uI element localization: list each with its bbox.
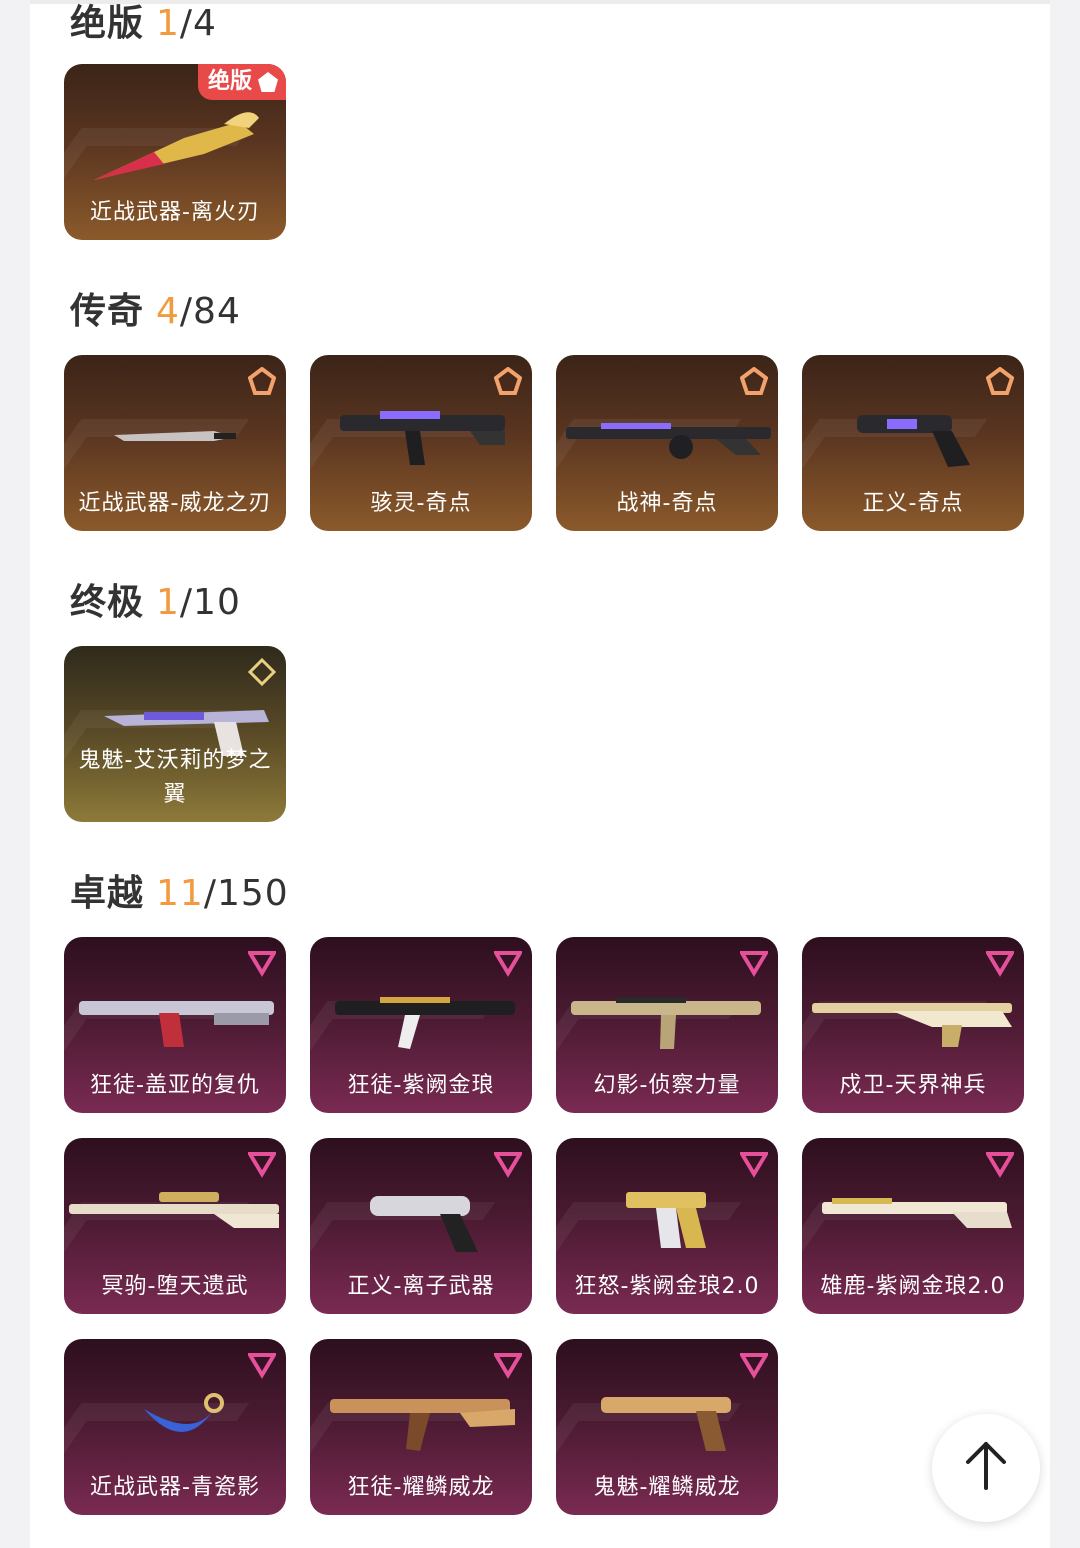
skin-card[interactable]: 狂怒-紫阙金琅2.0: [556, 1138, 778, 1314]
weapon-image: [144, 1393, 224, 1432]
skin-card[interactable]: 近战武器-青瓷影: [64, 1339, 286, 1515]
legend-tier-icon: [494, 367, 522, 395]
skin-card[interactable]: 戍卫-天界神兵: [802, 937, 1024, 1113]
weapon-image: [601, 1397, 731, 1451]
skin-label: 冥驹-堕天遗武: [101, 1274, 249, 1299]
skin-label: 戍卫-天界神兵: [839, 1073, 987, 1098]
skin-card[interactable]: 鬼魅-艾沃莉的梦之翼: [64, 646, 286, 822]
skin-card[interactable]: 雄鹿-紫阙金琅2.0: [802, 1138, 1024, 1314]
weapon-image: [330, 1399, 515, 1451]
weapon-image: [626, 1192, 706, 1248]
scroll-to-top-button[interactable]: [932, 1414, 1040, 1522]
knife-weapon-image: [114, 431, 236, 441]
premium-tier-icon: [986, 1152, 1014, 1178]
skin-label: 战神-奇点: [616, 491, 718, 516]
premium-tier-icon: [494, 1152, 522, 1178]
rifle-weapon-image: [340, 411, 505, 465]
legend-tier-icon: [248, 367, 276, 395]
skin-label: 近战武器-青瓷影: [90, 1475, 260, 1500]
skin-card[interactable]: 狂徒-盖亚的复仇: [64, 937, 286, 1113]
skin-label: 正义-离子武器: [347, 1274, 495, 1299]
weapon-image: [571, 997, 761, 1049]
weapon-image: [69, 1192, 279, 1228]
skin-card[interactable]: 骇灵-奇点: [310, 355, 532, 531]
section-title-premium: 卓越 11/150: [70, 873, 289, 914]
revolver-weapon-image: [857, 415, 970, 467]
premium-tier-icon: [740, 951, 768, 977]
skin-label: 幻影-侦察力量: [593, 1073, 741, 1098]
premium-tier-icon: [248, 1353, 276, 1379]
legend-tier-icon: [740, 367, 768, 395]
skin-label: 雄鹿-紫阙金琅2.0: [820, 1274, 1006, 1299]
premium-tier-icon: [740, 1353, 768, 1379]
section-title-ultimate: 终极 1/10: [70, 582, 241, 623]
skin-card[interactable]: 近战武器-威龙之刃: [64, 355, 286, 531]
premium-tier-icon: [494, 1353, 522, 1379]
skin-label: 正义-奇点: [862, 491, 964, 516]
skin-label: 近战武器-离火刃: [90, 200, 260, 225]
skin-card[interactable]: 绝版 近战武器-离火刃: [64, 64, 286, 240]
arrow-up-icon: [966, 1442, 1006, 1490]
skin-card[interactable]: 幻影-侦察力量: [556, 937, 778, 1113]
weapon-image: [822, 1198, 1012, 1228]
premium-tier-icon: [494, 951, 522, 977]
weapon-image: [370, 1196, 478, 1252]
skin-card[interactable]: 正义-离子武器: [310, 1138, 532, 1314]
skin-label: 近战武器-威龙之刃: [78, 491, 272, 516]
skin-label: 骇灵-奇点: [370, 491, 472, 516]
section-title-limited: 绝版 1/4: [70, 3, 217, 44]
premium-tier-icon: [248, 1152, 276, 1178]
weapon-image: [812, 1003, 1012, 1047]
skin-label: 鬼魅-耀鳞威龙: [593, 1475, 741, 1500]
skin-card[interactable]: 正义-奇点: [802, 355, 1024, 531]
machinegun-weapon-image: [566, 423, 771, 459]
skin-label: 狂徒-盖亚的复仇: [90, 1073, 260, 1098]
skin-card[interactable]: 战神-奇点: [556, 355, 778, 531]
premium-tier-icon: [986, 951, 1014, 977]
skin-card[interactable]: 狂徒-紫阙金琅: [310, 937, 532, 1113]
knife-weapon-image: [94, 112, 259, 180]
premium-tier-icon: [248, 951, 276, 977]
skin-label: 鬼魅-艾沃莉的梦之翼: [78, 748, 272, 807]
ultimate-tier-icon: [248, 658, 276, 686]
skin-label: 狂徒-耀鳞威龙: [347, 1475, 495, 1500]
section-title-legend: 传奇 4/84: [70, 291, 241, 332]
skin-card[interactable]: 狂徒-耀鳞威龙: [310, 1339, 532, 1515]
limited-badge: 绝版: [198, 64, 286, 100]
skin-card[interactable]: 冥驹-堕天遗武: [64, 1138, 286, 1314]
skin-label: 狂徒-紫阙金琅: [347, 1073, 495, 1098]
skin-card[interactable]: 鬼魅-耀鳞威龙: [556, 1339, 778, 1515]
legend-tier-icon: [986, 367, 1014, 395]
weapon-image: [79, 1001, 274, 1047]
weapon-image: [335, 997, 515, 1049]
premium-tier-icon: [740, 1152, 768, 1178]
skin-label: 狂怒-紫阙金琅2.0: [574, 1274, 760, 1299]
